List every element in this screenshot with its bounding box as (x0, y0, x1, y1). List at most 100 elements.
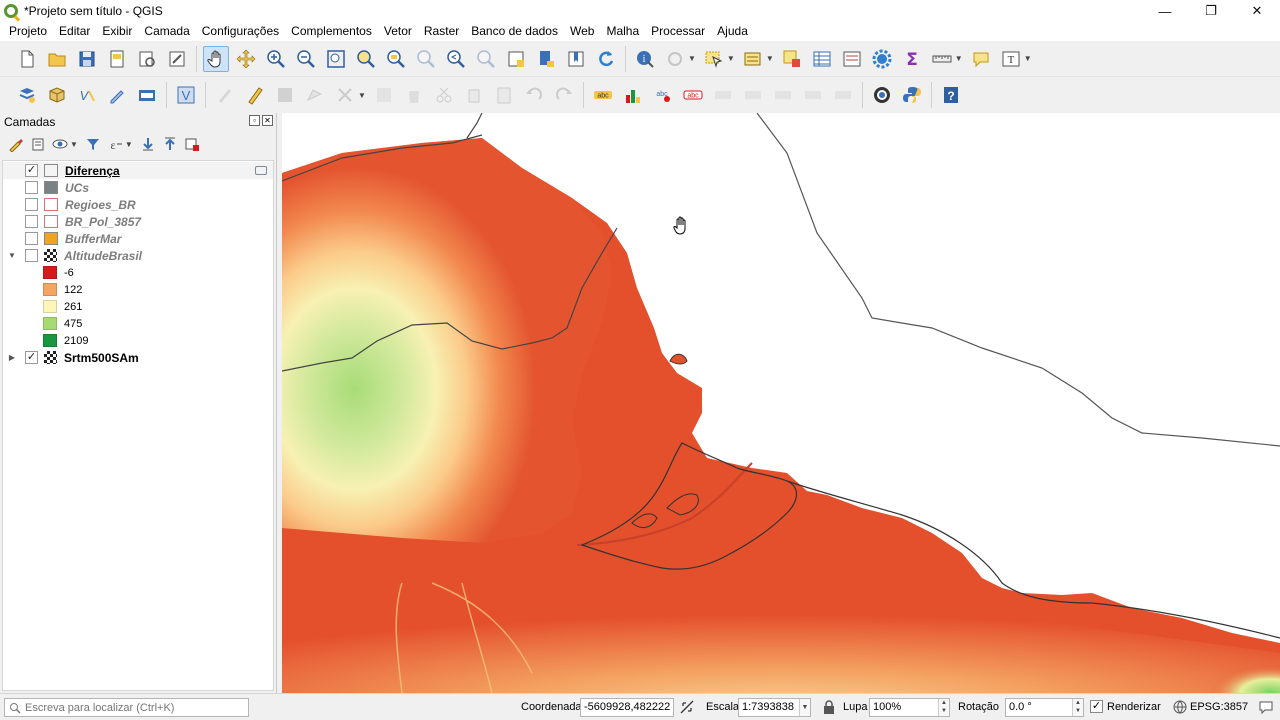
open-project-icon[interactable] (44, 46, 70, 72)
paste-features-icon[interactable] (491, 82, 517, 108)
crs-button[interactable]: EPSG:3857 (1190, 701, 1248, 713)
text-annotation-icon[interactable]: T (998, 46, 1024, 72)
change-label-icon[interactable] (770, 82, 796, 108)
move-label-icon[interactable] (710, 82, 736, 108)
menu-banco-de-dados[interactable]: Banco de dados (465, 22, 564, 41)
rotate-label-icon[interactable] (740, 82, 766, 108)
manage-map-themes-icon[interactable] (50, 134, 70, 154)
new-map-view-icon[interactable] (503, 46, 529, 72)
pan-to-selection-icon[interactable] (233, 46, 259, 72)
zoom-out-icon[interactable] (293, 46, 319, 72)
expand-all-icon[interactable] (138, 134, 158, 154)
help-icon[interactable]: ? (938, 82, 964, 108)
menu-raster[interactable]: Raster (418, 22, 465, 41)
layer-visibility-checkbox[interactable] (25, 181, 38, 194)
layer-row[interactable]: ▼ AltitudeBrasil (3, 247, 273, 264)
coordinate-field[interactable]: -5609928,482222 (580, 698, 674, 717)
zoom-native-icon[interactable] (413, 46, 439, 72)
python-console-icon[interactable] (899, 82, 925, 108)
processing-toolbox-icon[interactable] (869, 46, 895, 72)
measure-line-icon[interactable] (929, 46, 955, 72)
pin-labels-icon[interactable]: abc (650, 82, 676, 108)
save-project-icon[interactable] (74, 46, 100, 72)
chevron-down-icon[interactable]: ▼ (688, 54, 696, 63)
zoom-to-layer-icon[interactable] (383, 46, 409, 72)
digitize-icon[interactable] (302, 82, 328, 108)
magnifier-field[interactable]: 100% ▲ ▼ (869, 698, 950, 717)
magnifier-spinner[interactable]: ▲ ▼ (938, 699, 949, 716)
remove-layer-icon[interactable] (182, 134, 202, 154)
close-panel-button[interactable]: ✕ (262, 115, 273, 126)
highlight-labels-icon[interactable]: abc (680, 82, 706, 108)
map-canvas[interactable] (282, 113, 1280, 693)
layer-visibility-checkbox[interactable] (25, 198, 38, 211)
expand-arrow-icon[interactable]: ▼ (7, 251, 17, 260)
spatial-bookmark-icon[interactable] (563, 46, 589, 72)
chevron-down-icon[interactable]: ▼ (727, 54, 735, 63)
quickmapservices-icon[interactable] (869, 82, 895, 108)
statistical-summary-icon[interactable]: Σ (899, 46, 925, 72)
map-tips-icon[interactable] (968, 46, 994, 72)
deselect-all-icon[interactable] (779, 46, 805, 72)
copy-features-icon[interactable] (461, 82, 487, 108)
chevron-down-icon[interactable]: ▼ (1024, 54, 1032, 63)
new-shapefile-icon[interactable]: V (74, 82, 100, 108)
modify-attributes-icon[interactable] (371, 82, 397, 108)
coordinate-toggle-icon[interactable] (679, 699, 695, 718)
restore-button[interactable]: ❐ (1188, 0, 1234, 22)
menu-processar[interactable]: Processar (645, 22, 711, 41)
rotation-spinner[interactable]: ▲ ▼ (1072, 699, 1083, 716)
label-toolbar-icon[interactable]: abc (590, 82, 616, 108)
layer-row[interactable]: UCs (3, 179, 273, 196)
zoom-in-icon[interactable] (263, 46, 289, 72)
layer-row[interactable]: ▶ ✓ Srtm500SAm (3, 349, 273, 366)
chevron-down-icon[interactable]: ▼ (799, 699, 810, 716)
select-by-value-icon[interactable] (740, 46, 766, 72)
save-edits-icon[interactable] (272, 82, 298, 108)
menu-web[interactable]: Web (564, 22, 600, 41)
layer-visibility-checkbox[interactable] (25, 249, 38, 262)
new-project-icon[interactable] (14, 46, 40, 72)
layer-row[interactable]: BufferMar (3, 230, 273, 247)
style-panel-icon[interactable] (6, 134, 26, 154)
lock-scale-icon[interactable] (823, 700, 835, 717)
label-properties-icon[interactable] (830, 82, 856, 108)
filter-legend-icon[interactable] (83, 134, 103, 154)
zoom-full-icon[interactable] (323, 46, 349, 72)
menu-editar[interactable]: Editar (53, 22, 96, 41)
search-input[interactable] (25, 701, 240, 714)
menu-malha[interactable]: Malha (600, 22, 645, 41)
render-checkbox[interactable]: ✓ (1090, 700, 1103, 713)
vertex-tool-icon[interactable] (332, 82, 358, 108)
cut-features-icon[interactable] (431, 82, 457, 108)
field-calculator-icon[interactable] (839, 46, 865, 72)
new-print-layout-icon[interactable] (104, 46, 130, 72)
identify-features-icon[interactable]: i (632, 46, 658, 72)
new-geopackage-icon[interactable] (44, 82, 70, 108)
collapse-all-icon[interactable] (160, 134, 180, 154)
chevron-down-icon[interactable]: ▼ (955, 54, 963, 63)
scale-field[interactable]: 1:7393838 ▼ (738, 698, 811, 717)
refresh-icon[interactable] (593, 46, 619, 72)
layer-indicator-icon[interactable] (255, 166, 267, 175)
expand-arrow-icon[interactable]: ▶ (7, 353, 17, 362)
layer-visibility-checkbox[interactable]: ✓ (25, 351, 38, 364)
new-temporary-layer-icon[interactable] (104, 82, 130, 108)
delete-selected-icon[interactable] (401, 82, 427, 108)
menu-complementos[interactable]: Complementos (285, 22, 378, 41)
menu-camada[interactable]: Camada (138, 22, 195, 41)
chevron-down-icon[interactable]: ▼ (70, 140, 78, 149)
new-3d-map-icon[interactable] (533, 46, 559, 72)
add-group-icon[interactable] (28, 134, 48, 154)
toggle-editing-icon[interactable] (242, 82, 268, 108)
chevron-down-icon[interactable]: ▼ (125, 140, 133, 149)
undo-icon[interactable] (521, 82, 547, 108)
data-source-manager-icon[interactable] (14, 82, 40, 108)
menu-exibir[interactable]: Exibir (96, 22, 138, 41)
locator-bar[interactable] (4, 698, 249, 717)
minimize-button[interactable]: — (1142, 0, 1188, 22)
layer-visibility-checkbox[interactable] (25, 215, 38, 228)
layer-visibility-checkbox[interactable]: ✓ (25, 164, 38, 177)
layer-row[interactable]: ✓ Diferença (3, 162, 273, 179)
zoom-to-selection-icon[interactable] (353, 46, 379, 72)
